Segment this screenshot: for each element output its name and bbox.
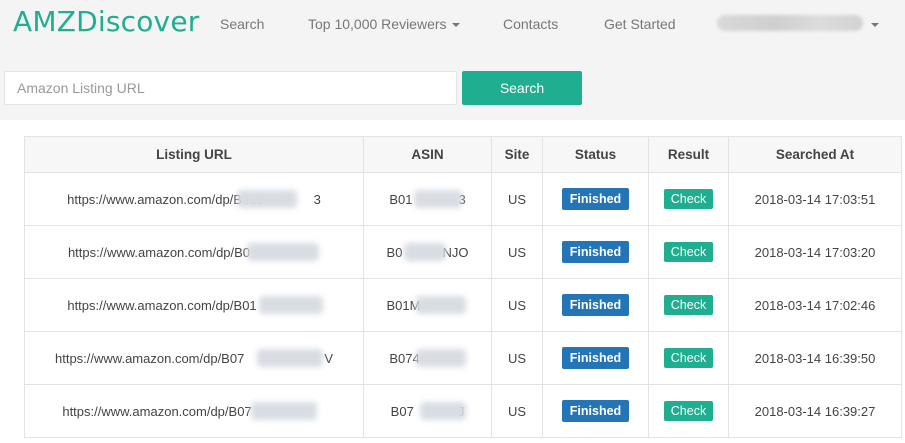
status-badge: Finished — [561, 400, 630, 422]
listing-url-text: https://www.amazon.com/dp/B015 — [67, 191, 264, 207]
check-button[interactable]: Check — [663, 189, 714, 209]
result-cell: Check — [648, 384, 729, 438]
status-badge: Finished — [561, 188, 630, 210]
redaction-blur — [237, 190, 297, 208]
table-row: https://www.amazon.com/dp/B015 3 B01 3 US … — [24, 172, 902, 226]
chevron-down-icon[interactable] — [871, 23, 879, 27]
status-cell: Finished — [542, 225, 649, 279]
site-cell: US — [491, 225, 543, 279]
searched-at-cell: 2018-03-14 16:39:50 — [728, 331, 902, 385]
searched-at-cell: 2018-03-14 17:02:46 — [728, 278, 902, 332]
status-cell: Finished — [542, 331, 649, 385]
status-cell: Finished — [542, 278, 649, 332]
nav-top-reviewers[interactable]: Top 10,000 Reviewers — [308, 16, 460, 32]
searched-at-cell: 2018-03-14 17:03:20 — [728, 225, 902, 279]
asin-start: B01 — [389, 191, 413, 207]
listing-url-text: https://www.amazon.com/dp/B0 — [67, 244, 251, 260]
check-button[interactable]: Check — [663, 401, 714, 421]
result-cell: Check — [648, 225, 729, 279]
searched-at-cell: 2018-03-14 17:03:51 — [728, 172, 902, 226]
site-cell: US — [491, 384, 543, 438]
asin-start: B0 — [386, 244, 403, 260]
listing-url-input[interactable] — [4, 71, 457, 105]
redaction-blur — [416, 349, 466, 367]
nav-get-started[interactable]: Get Started — [604, 16, 676, 32]
column-header-asin: ASIN — [363, 136, 492, 173]
listing-url-cell: https://www.amazon.com/dp/B01 — [24, 278, 364, 332]
table-row: https://www.amazon.com/dp/B0 B0 NJO US Fi… — [24, 225, 902, 279]
asin-cell: B074 — [363, 331, 492, 385]
table-row: https://www.amazon.com/dp/B07 V B074 US F… — [24, 331, 902, 385]
listing-url-cell: https://www.amazon.com/dp/B0 — [24, 225, 364, 279]
redaction-blur — [259, 296, 323, 314]
site-cell: US — [491, 172, 543, 226]
asin-start: B07 — [390, 403, 414, 419]
table-row: https://www.amazon.com/dp/B01 B01M US Fi… — [24, 278, 902, 332]
nav-search[interactable]: Search — [220, 16, 264, 32]
brand-logo[interactable]: AMZDiscover — [13, 5, 199, 38]
column-header-listing-url: Listing URL — [24, 136, 364, 173]
chevron-down-icon — [451, 23, 460, 28]
listing-url-text: https://www.amazon.com/dp/B01 — [67, 297, 257, 313]
redaction-blur — [414, 190, 462, 208]
column-header-site: Site — [491, 136, 543, 173]
result-cell: Check — [648, 331, 729, 385]
listing-url-text: https://www.amazon.com/dp/B07 — [62, 403, 252, 419]
listing-url-end: 3 — [313, 191, 321, 207]
column-header-status: Status — [542, 136, 649, 173]
status-cell: Finished — [542, 384, 649, 438]
listing-url-end: V — [324, 350, 333, 366]
redaction-blur — [251, 402, 317, 420]
user-menu[interactable] — [717, 15, 863, 31]
asin-cell: B07J — [363, 384, 492, 438]
asin-cell: B0 NJO — [363, 225, 492, 279]
navbar: AMZDiscover Search Top 10,000 Reviewers … — [0, 0, 905, 50]
column-header-searched-at: Searched At — [728, 136, 902, 173]
check-button[interactable]: Check — [663, 295, 714, 315]
asin-end: NJO — [442, 244, 469, 260]
site-cell: US — [491, 278, 543, 332]
column-header-result: Result — [648, 136, 729, 173]
redaction-blur — [416, 296, 466, 314]
results-panel: Listing URL ASIN Site Status Result Sear… — [0, 120, 905, 443]
listing-url-cell: https://www.amazon.com/dp/B07 V — [24, 331, 364, 385]
result-cell: Check — [648, 278, 729, 332]
searched-at-cell: 2018-03-14 16:39:27 — [728, 384, 902, 438]
listing-url-cell: https://www.amazon.com/dp/B07 — [24, 384, 364, 438]
redaction-blur — [257, 349, 323, 367]
nav-top-reviewers-label: Top 10,000 Reviewers — [308, 16, 447, 32]
asin-cell: B01 3 — [363, 172, 492, 226]
listing-url-text: https://www.amazon.com/dp/B07 — [55, 350, 245, 366]
redaction-blur — [247, 243, 319, 261]
check-button[interactable]: Check — [663, 348, 714, 368]
status-badge: Finished — [561, 347, 630, 369]
listing-url-cell: https://www.amazon.com/dp/B015 3 — [24, 172, 364, 226]
check-button[interactable]: Check — [663, 242, 714, 262]
search-button[interactable]: Search — [462, 71, 582, 105]
status-badge: Finished — [561, 241, 630, 263]
status-cell: Finished — [542, 172, 649, 226]
redaction-blur — [404, 243, 446, 261]
redaction-blur — [420, 402, 466, 420]
table-header-row: Listing URL ASIN Site Status Result Sear… — [24, 136, 902, 173]
nav-contacts[interactable]: Contacts — [503, 16, 558, 32]
result-cell: Check — [648, 172, 729, 226]
asin-cell: B01M — [363, 278, 492, 332]
table-row: https://www.amazon.com/dp/B07 B07J US Fi… — [24, 384, 902, 438]
site-cell: US — [491, 331, 543, 385]
status-badge: Finished — [561, 294, 630, 316]
results-table: Listing URL ASIN Site Status Result Sear… — [24, 136, 902, 438]
